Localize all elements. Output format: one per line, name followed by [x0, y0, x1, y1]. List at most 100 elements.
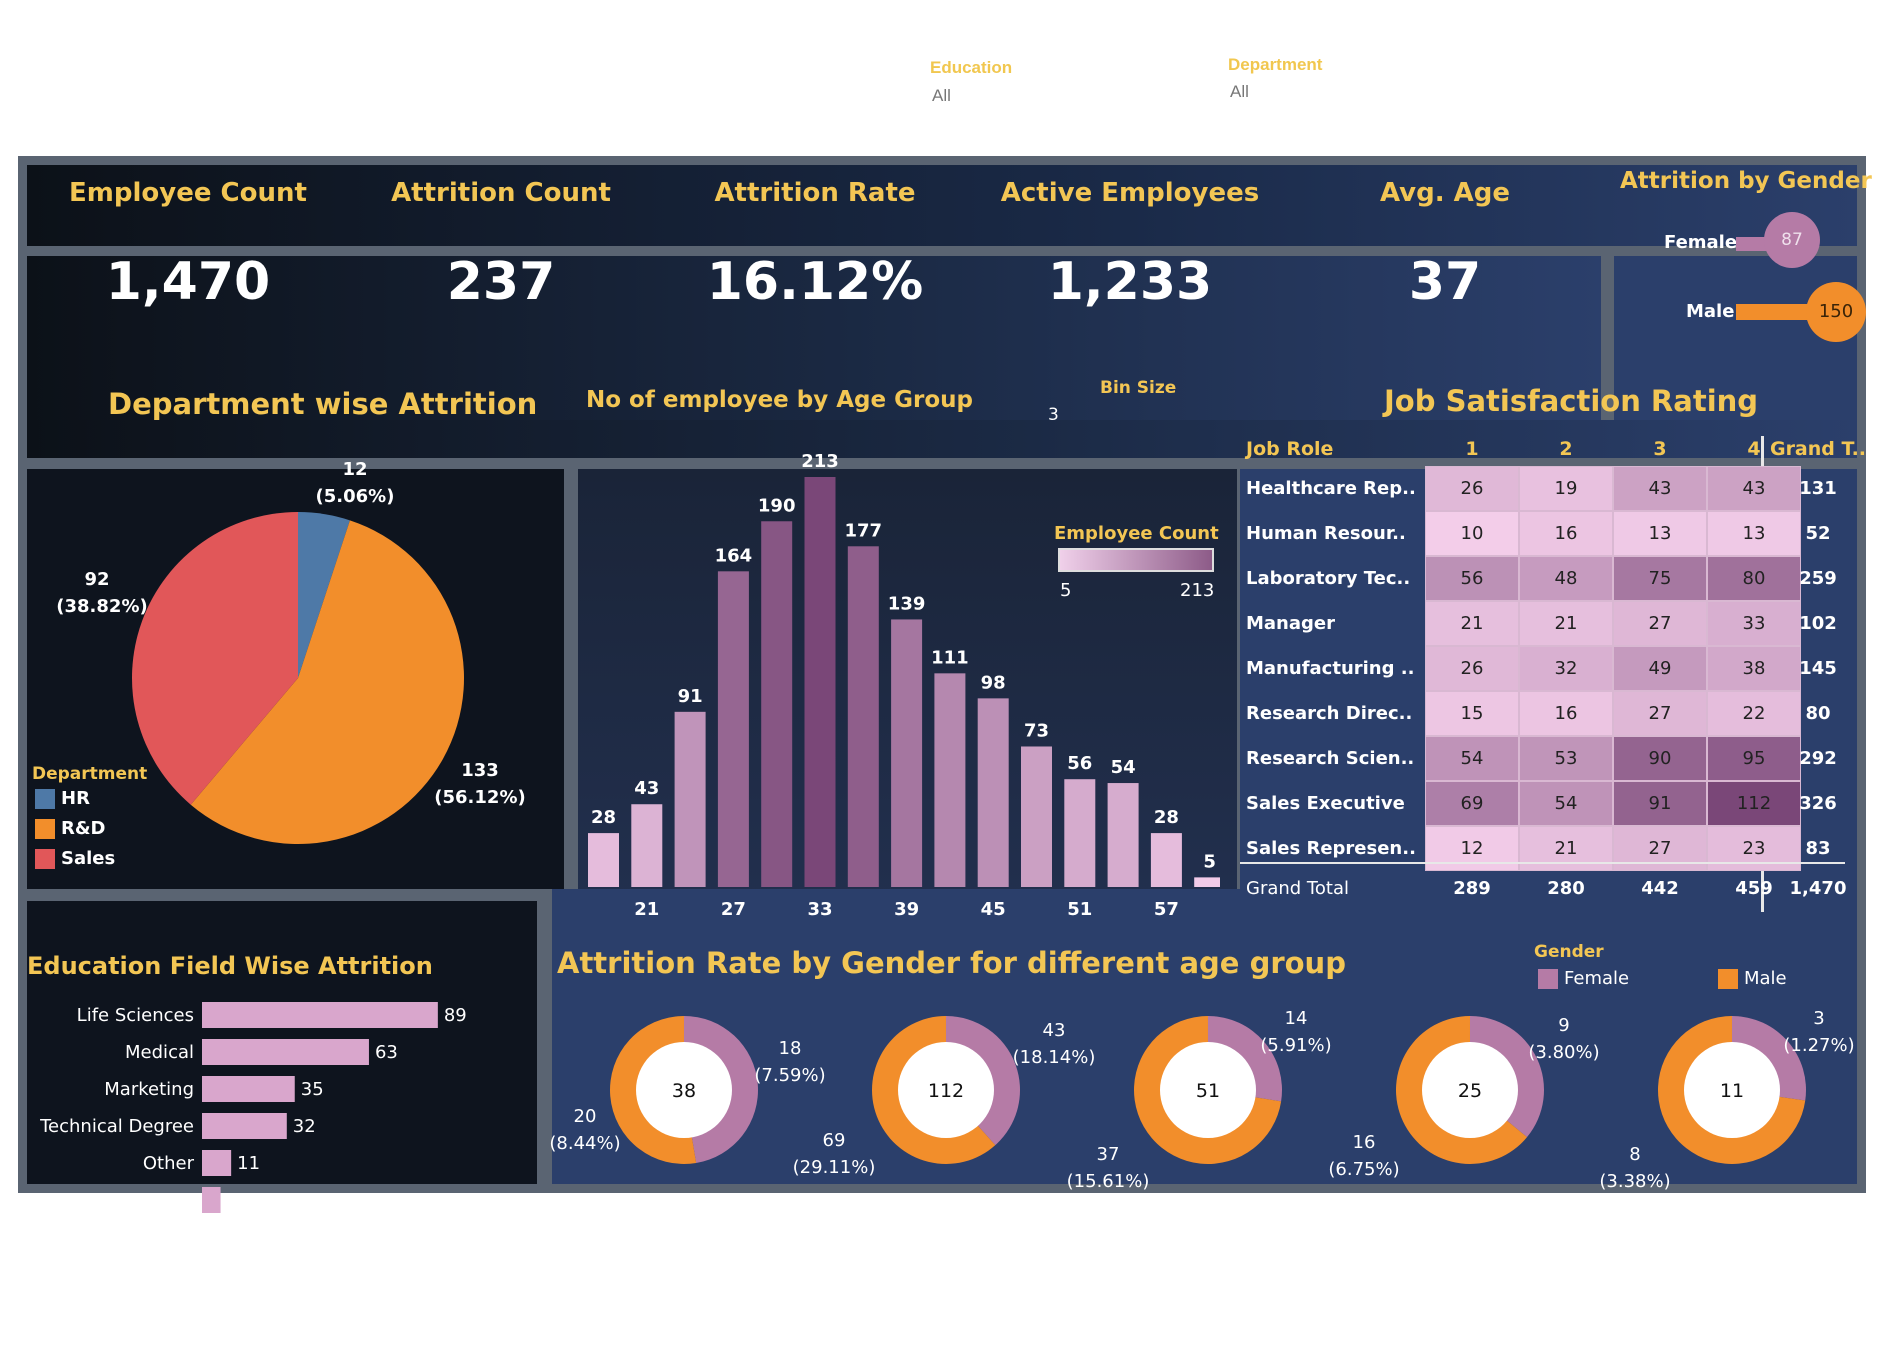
heatmap-row-total: 259 — [1799, 568, 1837, 589]
heatmap-cell[interactable]: 26 — [1425, 646, 1519, 691]
donut4-male-pct: (6.75%) — [1328, 1159, 1400, 1180]
heatmap-cell[interactable]: 12 — [1425, 826, 1519, 871]
education-filter-label: Education — [930, 58, 1013, 77]
heatmap-row-label: Human Resour.. — [1246, 523, 1406, 544]
heatmap-cell[interactable]: 27 — [1613, 826, 1707, 871]
legend-item-sales[interactable]: Sales — [35, 848, 115, 869]
age-bar-label: 28 — [591, 807, 616, 828]
legend-item-rd[interactable]: R&D — [35, 818, 106, 839]
age-bar-label: 111 — [931, 647, 969, 668]
heatmap-cell[interactable]: 32 — [1519, 646, 1613, 691]
age-bar[interactable] — [934, 673, 966, 887]
age-bar[interactable] — [977, 698, 1009, 887]
heatmap-row-label: Manager — [1246, 613, 1335, 634]
heatmap-cell[interactable]: 69 — [1425, 781, 1519, 826]
heatmap-cell[interactable]: 21 — [1425, 601, 1519, 646]
age-bar[interactable] — [674, 711, 706, 887]
age-bar[interactable] — [891, 619, 923, 887]
kpi-avg-age-value: 37 — [1408, 252, 1482, 312]
donut5-male-value: 8 — [1629, 1144, 1641, 1165]
education-bar[interactable] — [202, 1039, 369, 1065]
heatmap-cell[interactable]: 27 — [1613, 691, 1707, 736]
pie-label-rd-pct: (56.12%) — [434, 787, 526, 808]
age-bar[interactable] — [1150, 833, 1182, 887]
education-bar[interactable] — [202, 1150, 232, 1176]
bin-size-value[interactable]: 3 — [1048, 405, 1059, 425]
heatmap-cell[interactable]: 90 — [1613, 736, 1707, 781]
heatmap-row-total: 102 — [1799, 613, 1837, 634]
age-tick-label: 33 — [807, 899, 832, 920]
heatmap-cell[interactable]: 16 — [1519, 511, 1613, 556]
heatmap-cell[interactable]: 21 — [1519, 826, 1613, 871]
heatmap-cell[interactable]: 53 — [1519, 736, 1613, 781]
grand-total-2: 280 — [1547, 878, 1585, 899]
heatmap-cell[interactable]: 15 — [1425, 691, 1519, 736]
heatmap-cell[interactable]: 54 — [1425, 736, 1519, 781]
heatmap-cell[interactable]: 49 — [1613, 646, 1707, 691]
age-bar[interactable] — [1107, 783, 1139, 887]
age-tick-label: 57 — [1154, 899, 1179, 920]
education-bar-chart: Life Sciences 89 Medical 63 Marketing 35 Techn… — [39, 1002, 467, 1213]
age-bar[interactable] — [1064, 779, 1096, 887]
heatmap-cell[interactable]: 75 — [1613, 556, 1707, 601]
education-bar-value: 7 — [227, 1190, 238, 1211]
heatmap-cell[interactable]: 21 — [1519, 601, 1613, 646]
heatmap-cell[interactable]: 48 — [1519, 556, 1613, 601]
donut4-female-value: 9 — [1558, 1015, 1570, 1036]
education-bar-value: 32 — [293, 1116, 316, 1137]
heatmap-cell[interactable]: 54 — [1519, 781, 1613, 826]
age-bar[interactable] — [717, 571, 749, 887]
heatmap-cell[interactable]: 91 — [1613, 781, 1707, 826]
education-bar[interactable] — [202, 1113, 287, 1139]
age-bar-label: 213 — [801, 451, 839, 472]
education-category-label: Marketing — [104, 1079, 194, 1100]
age-bar[interactable] — [804, 477, 836, 887]
heatmap-cell[interactable]: 26 — [1425, 466, 1519, 511]
heatmap-row-label: Sales Represen.. — [1246, 838, 1416, 859]
education-bar[interactable] — [202, 1187, 221, 1213]
legend-swatch — [35, 818, 55, 839]
kpi-attrition-rate-value: 16.12% — [706, 252, 924, 312]
education-filter-value[interactable]: All — [932, 86, 951, 106]
legend-item-hr[interactable]: HR — [35, 788, 90, 809]
age-bar-label: 190 — [758, 495, 796, 516]
gender-legend-title: Gender — [1534, 942, 1604, 962]
heatmap-cell[interactable]: 19 — [1519, 466, 1613, 511]
heatmap-cell[interactable]: 43 — [1613, 466, 1707, 511]
kpi-avg-age-title: Avg. Age — [1379, 178, 1511, 208]
education-bar[interactable] — [202, 1002, 438, 1028]
department-filter-value[interactable]: All — [1230, 82, 1249, 102]
age-bar[interactable] — [588, 833, 619, 887]
female-label: Female — [1664, 232, 1738, 253]
age-bar[interactable] — [761, 521, 793, 887]
donut4-male-value: 16 — [1352, 1132, 1376, 1153]
education-bar[interactable] — [202, 1076, 295, 1102]
heatmap-cell[interactable]: 27 — [1613, 601, 1707, 646]
donut1-female-pct: (7.59%) — [754, 1065, 826, 1086]
age-bar[interactable] — [847, 546, 879, 887]
donut4-female-pct: (3.80%) — [1528, 1042, 1600, 1063]
legend-label: Female — [1564, 968, 1630, 989]
age-bar[interactable] — [1194, 877, 1220, 887]
heatmap-cell[interactable]: 16 — [1519, 691, 1613, 736]
heatmap-cell[interactable]: 10 — [1425, 511, 1519, 556]
heatmap-cell[interactable]: 13 — [1613, 511, 1707, 556]
heatmap-row-total: 131 — [1799, 478, 1837, 499]
donut1-male-pct: (8.44%) — [549, 1133, 621, 1154]
age-bar[interactable] — [631, 804, 663, 887]
legend-item-male[interactable]: Male — [1718, 968, 1787, 989]
kpi-active-employees-value: 1,233 — [1047, 252, 1213, 312]
pie-label-sales-pct: (38.82%) — [56, 596, 148, 617]
donut3-female-value: 14 — [1284, 1008, 1308, 1029]
pie-label-rd-value: 133 — [461, 760, 499, 781]
attrition-by-gender-title: Attrition by Gender — [1620, 168, 1872, 194]
gradient-max-label: 213 — [1180, 580, 1215, 601]
heatmap-cell[interactable]: 56 — [1425, 556, 1519, 601]
heatmap-row-total: 83 — [1805, 838, 1831, 859]
education-category-label: Technical Degree — [39, 1116, 194, 1137]
age-bar[interactable] — [1021, 746, 1052, 887]
heatmap-row-label: Research Direc.. — [1246, 703, 1413, 724]
employee-count-legend-title: Employee Count — [1054, 523, 1219, 544]
job-satisfaction-heatmap: Job Role 1 2 3 4 Grand T.. Healthcare Re… — [1240, 436, 1866, 912]
legend-item-female[interactable]: Female — [1538, 968, 1629, 989]
